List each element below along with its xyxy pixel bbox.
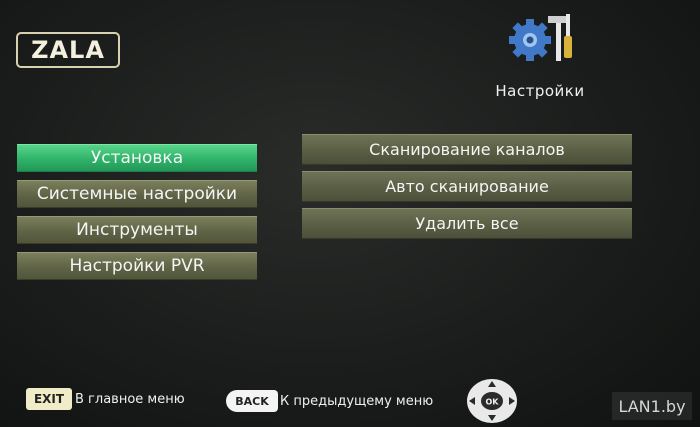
menu-item-system-settings[interactable]: Системные настройки bbox=[17, 180, 257, 208]
menu-item-pvr-settings[interactable]: Настройки PVR bbox=[17, 252, 257, 280]
back-key-icon: BACK bbox=[226, 390, 278, 412]
menu-item-installation[interactable]: Установка bbox=[17, 144, 257, 172]
submenu-item-delete-all[interactable]: Удалить все bbox=[302, 208, 632, 239]
menu-item-label: Настройки PVR bbox=[69, 256, 205, 276]
submenu: Сканирование каналов Авто сканирование У… bbox=[302, 134, 632, 245]
navigation-pad-icon: OK bbox=[467, 379, 517, 423]
menu-item-tools[interactable]: Инструменты bbox=[17, 216, 257, 244]
menu-item-label: Инструменты bbox=[76, 220, 198, 240]
ok-key-label: OK bbox=[486, 398, 500, 407]
watermark: LAN1.by bbox=[612, 392, 692, 420]
submenu-item-label: Удалить все bbox=[415, 214, 519, 233]
zala-logo: ZALA bbox=[16, 32, 120, 68]
menu-item-label: Системные настройки bbox=[36, 184, 238, 204]
page-title: Настройки bbox=[495, 82, 585, 100]
exit-key-icon: EXIT bbox=[26, 388, 72, 410]
back-hint-label: К предыдущему меню bbox=[280, 394, 434, 409]
footer-hints: EXIT В главное меню BACK К предыдущему м… bbox=[0, 378, 700, 423]
menu-item-label: Установка bbox=[90, 148, 184, 168]
exit-hint-label: В главное меню bbox=[75, 392, 185, 407]
submenu-item-label: Авто сканирование bbox=[385, 177, 549, 196]
submenu-item-channel-scan[interactable]: Сканирование каналов bbox=[302, 134, 632, 165]
submenu-item-auto-scan[interactable]: Авто сканирование bbox=[302, 171, 632, 202]
settings-gear-tools-icon bbox=[509, 14, 572, 61]
main-menu: Установка Системные настройки Инструмент… bbox=[17, 144, 257, 288]
submenu-item-label: Сканирование каналов bbox=[369, 140, 565, 159]
